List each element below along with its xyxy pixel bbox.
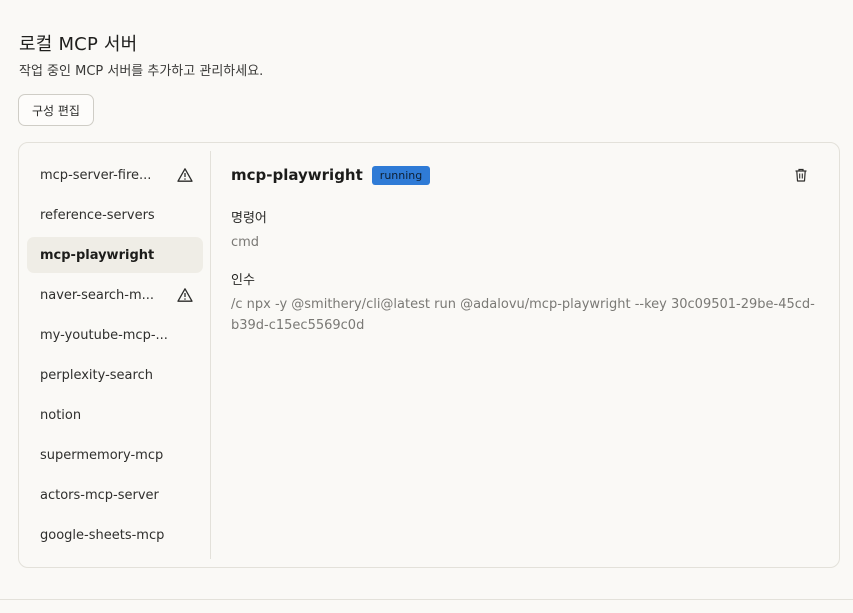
server-item-fire[interactable]: mcp-server-fire... [27,157,203,193]
detail-header: mcp-playwright running [231,157,819,193]
server-name: reference-servers [40,207,155,223]
server-detail: mcp-playwright running 명령어 cmd 인수 /c npx… [231,157,819,336]
server-name: notion [40,407,82,423]
server-name: perplexity-search [40,367,153,383]
args-label: 인수 [231,273,255,288]
edit-config-button[interactable]: 구성 편집 [18,94,94,126]
command-label: 명령어 [231,211,267,226]
command-value: cmd [231,235,260,250]
server-name: mcp-playwright [40,247,155,263]
args-value: /c npx -y @smithery/cli@latest run @adal… [231,297,815,333]
server-item-naver[interactable]: naver-search-m... [27,277,203,313]
server-name: my-youtube-mcp-... [40,327,168,343]
mcp-settings-page: 로컬 MCP 서버 작업 중인 MCP 서버를 추가하고 관리하세요. 구성 편… [0,0,853,613]
server-item-actors[interactable]: actors-mcp-server [27,477,203,513]
server-list: mcp-server-fire... reference-servers mcp… [27,157,203,557]
server-panel: mcp-server-fire... reference-servers mcp… [18,142,840,568]
server-item-youtube[interactable]: my-youtube-mcp-... [27,317,203,353]
bottom-divider [0,599,853,600]
server-item-google-sheets[interactable]: google-sheets-mcp [27,517,203,553]
server-item-notion[interactable]: notion [27,397,203,433]
server-name: actors-mcp-server [40,487,159,503]
server-item-perplexity[interactable]: perplexity-search [27,357,203,393]
server-name: supermemory-mcp [40,447,164,463]
panel-divider [210,151,211,559]
warning-triangle-icon [177,288,193,302]
page-subtitle: 작업 중인 MCP 서버를 추가하고 관리하세요. [19,64,264,79]
server-name: naver-search-m... [40,287,155,303]
server-name: google-sheets-mcp [40,527,165,543]
server-item-reference[interactable]: reference-servers [27,197,203,233]
server-item-supermemory[interactable]: supermemory-mcp [27,437,203,473]
status-badge: running [371,165,431,185]
trash-icon[interactable] [793,167,809,183]
server-name: mcp-server-fire... [40,167,152,183]
detail-title: mcp-playwright [231,166,363,184]
page-title: 로컬 MCP 서버 [19,34,138,55]
server-item-playwright[interactable]: mcp-playwright [27,237,203,273]
warning-triangle-icon [177,168,193,182]
